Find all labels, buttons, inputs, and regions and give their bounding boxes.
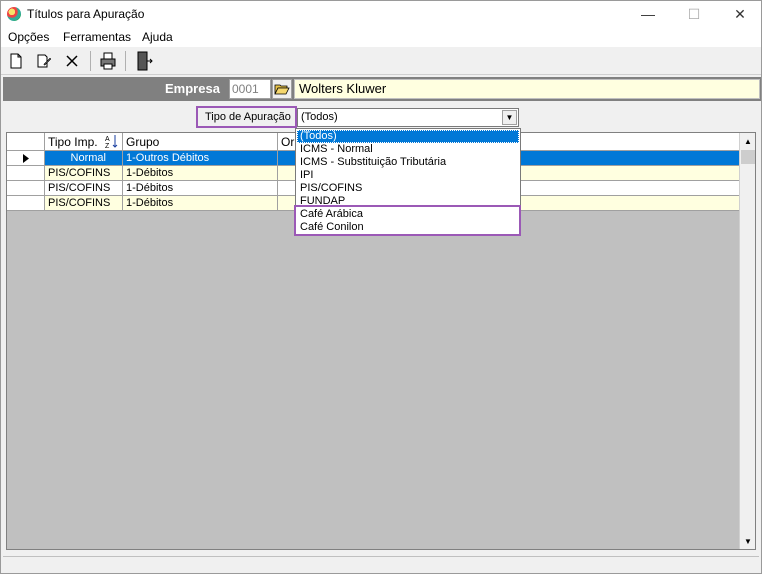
toolbar-separator (125, 51, 126, 71)
column-header-tipo-label: Tipo Imp. (48, 135, 98, 149)
maximize-button[interactable]: ☐ (671, 1, 717, 27)
svg-text:A: A (105, 136, 110, 143)
dropdown-option[interactable]: ICMS - Substituição Tributária (297, 156, 519, 169)
scroll-down-icon[interactable]: ▼ (740, 533, 756, 549)
dropdown-option[interactable]: (Todos) (297, 130, 519, 143)
table-cell-grupo[interactable]: 1-Débitos (123, 196, 278, 211)
delete-icon[interactable] (61, 51, 83, 71)
menu-opcoes[interactable]: Opções (8, 30, 49, 44)
table-cell-tipo[interactable]: PIS/COFINS (45, 166, 123, 181)
tipo-apuracao-label: Tipo de Apuração (196, 106, 297, 128)
app-icon (7, 7, 21, 21)
empresa-code-field[interactable]: 0001 (229, 79, 271, 99)
edit-document-icon[interactable] (33, 51, 55, 71)
scroll-thumb[interactable] (741, 150, 755, 164)
status-bar (3, 556, 759, 573)
toolbar-separator (90, 51, 91, 71)
window-title: Títulos para Apuração (27, 7, 145, 21)
menu-bar: Opções Ferramentas Ajuda (1, 27, 761, 47)
open-folder-icon[interactable] (272, 79, 292, 99)
empresa-label: Empresa (165, 81, 220, 96)
dropdown-option[interactable]: PIS/COFINS (297, 182, 519, 195)
menu-ajuda[interactable]: Ajuda (142, 30, 173, 44)
title-bar: Títulos para Apuração — ☐ ✕ (1, 1, 761, 27)
new-document-icon[interactable] (5, 51, 27, 71)
svg-text:Z: Z (105, 143, 110, 149)
menu-ferramentas[interactable]: Ferramentas (63, 30, 131, 44)
sort-az-icon: AZ (105, 135, 118, 149)
column-header-grupo[interactable]: Grupo (123, 133, 278, 151)
current-row-icon (23, 154, 29, 163)
close-button[interactable]: ✕ (717, 1, 762, 27)
toolbar (1, 47, 761, 75)
tipo-apuracao-value: (Todos) (301, 111, 338, 123)
print-icon[interactable] (97, 51, 119, 71)
table-cell-tipo[interactable]: PIS/COFINS (45, 181, 123, 196)
row-header[interactable] (7, 151, 45, 166)
row-header[interactable] (7, 166, 45, 181)
main-window: Títulos para Apuração — ☐ ✕ Opções Ferra… (0, 0, 762, 574)
scroll-up-icon[interactable]: ▲ (740, 133, 756, 149)
chevron-down-icon[interactable]: ▼ (502, 110, 517, 125)
row-header[interactable] (7, 196, 45, 211)
row-header-corner (7, 133, 45, 151)
column-header-tipo[interactable]: Tipo Imp. AZ (45, 133, 123, 151)
highlight-box (294, 205, 521, 236)
dropdown-option[interactable]: ICMS - Normal (297, 143, 519, 156)
exit-door-icon[interactable] (133, 51, 155, 71)
row-header[interactable] (7, 181, 45, 196)
empresa-row: Empresa 0001 Wolters Kluwer (3, 77, 761, 101)
vertical-scrollbar[interactable]: ▲ ▼ (739, 133, 755, 549)
table-cell-tipo[interactable]: PIS/COFINS (45, 196, 123, 211)
table-cell-grupo[interactable]: 1-Outros Débitos (123, 151, 278, 166)
table-cell-grupo[interactable]: 1-Débitos (123, 181, 278, 196)
table-cell-tipo[interactable]: Normal (45, 151, 123, 166)
minimize-button[interactable]: — (625, 1, 671, 27)
tipo-apuracao-select[interactable]: (Todos) ▼ (297, 108, 519, 127)
table-cell-grupo[interactable]: 1-Débitos (123, 166, 278, 181)
empresa-name-field: Wolters Kluwer (294, 79, 760, 99)
dropdown-option[interactable]: IPI (297, 169, 519, 182)
